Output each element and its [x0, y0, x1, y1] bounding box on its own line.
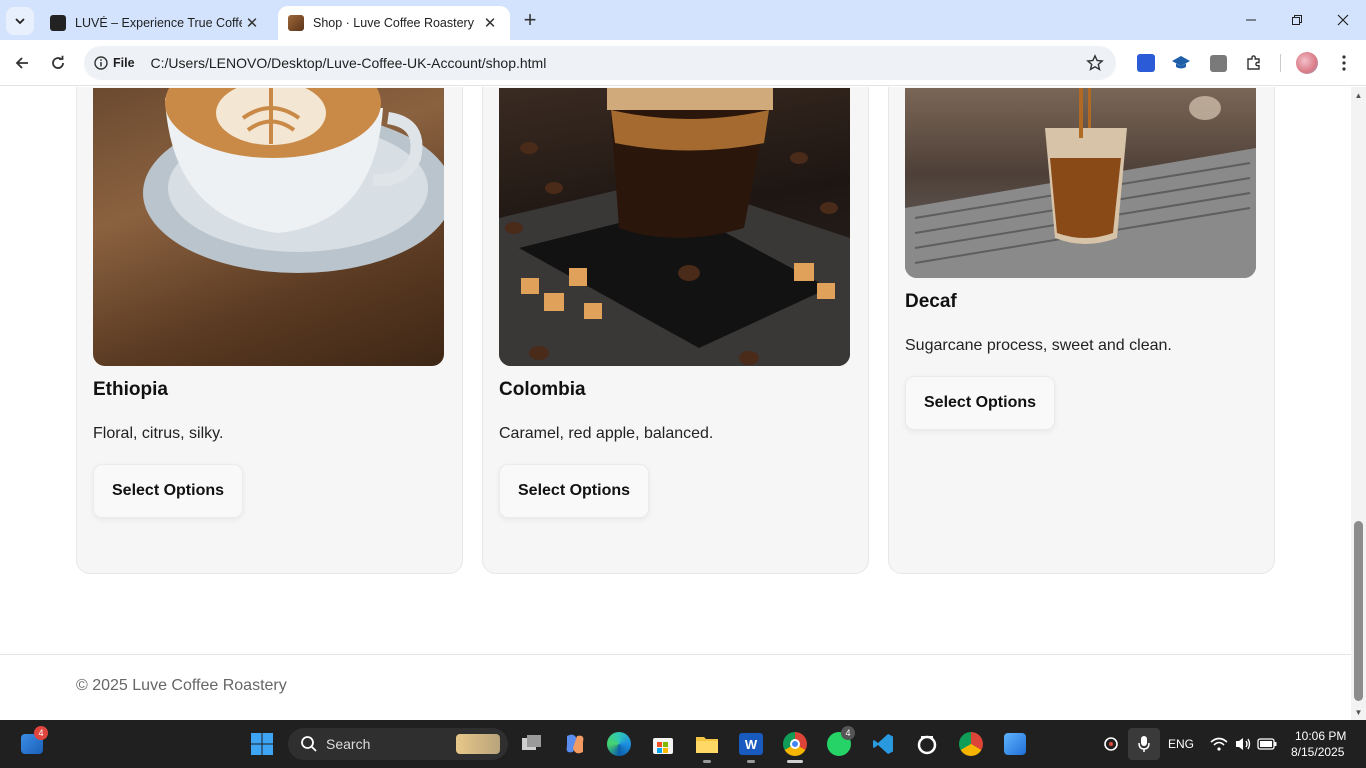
- chevron-down-icon: [15, 18, 25, 25]
- clock-date[interactable]: 8/15/2025: [1291, 745, 1344, 759]
- minimize-button[interactable]: [1228, 0, 1274, 40]
- footer-divider: [0, 654, 1351, 655]
- restore-button[interactable]: [1274, 0, 1320, 40]
- chrome-profile-icon[interactable]: [957, 730, 985, 758]
- product-image-latte[interactable]: [93, 88, 444, 366]
- tray-app-icon[interactable]: [1097, 730, 1125, 758]
- start-windows-icon[interactable]: [248, 730, 276, 758]
- bookmark-star-icon[interactable]: [1086, 54, 1104, 77]
- window-controls: [1228, 0, 1366, 40]
- close-icon: [1337, 14, 1349, 26]
- new-tab-button[interactable]: +: [518, 9, 542, 33]
- extension-tab-icon[interactable]: [1207, 52, 1229, 74]
- scroll-down-icon[interactable]: ▼: [1354, 708, 1363, 717]
- product-description: Caramel, red apple, balanced.: [499, 425, 714, 442]
- chrome-icon[interactable]: [781, 730, 809, 763]
- product-image-iced-coffee[interactable]: [905, 88, 1256, 278]
- whatsapp-icon[interactable]: 4: [825, 726, 855, 758]
- whatsapp-badge: 4: [841, 726, 855, 740]
- product-name: Decaf: [905, 291, 957, 312]
- page-scrollbar[interactable]: ▲ ▼: [1351, 87, 1366, 720]
- tab-luve-home[interactable]: LUVÉ – Experience True Coffee Bliss ✕: [40, 6, 272, 40]
- tab-title: LUVÉ – Experience True Coffee Bliss: [75, 16, 242, 30]
- scrollbar-thumb[interactable]: [1354, 521, 1363, 701]
- clock-time[interactable]: 10:06 PM: [1295, 729, 1346, 743]
- taskbar-search-box[interactable]: Search: [288, 728, 508, 760]
- search-icon: [301, 736, 317, 752]
- profile-avatar[interactable]: [1296, 52, 1318, 74]
- file-explorer-icon[interactable]: [693, 730, 721, 763]
- search-highlight-image-icon: [456, 734, 500, 754]
- product-card-ethiopia: Ethiopia Floral, citrus, silky. Select O…: [76, 87, 463, 574]
- select-options-button[interactable]: Select Options: [93, 464, 244, 518]
- photos-app-icon[interactable]: [1001, 730, 1029, 758]
- battery-icon[interactable]: [1253, 730, 1281, 758]
- task-view-icon[interactable]: [518, 730, 546, 758]
- scroll-up-icon[interactable]: ▲: [1354, 91, 1363, 100]
- close-tab-icon[interactable]: ✕: [480, 13, 500, 33]
- extension-audio-icon[interactable]: [1135, 52, 1157, 74]
- toolbar-divider: [1280, 54, 1281, 72]
- tab-title: Shop · Luve Coffee Roastery: [313, 16, 474, 30]
- page-viewport: Ethiopia Floral, citrus, silky. Select O…: [0, 87, 1351, 720]
- minimize-icon: [1246, 19, 1256, 21]
- luve-favicon-icon: [50, 15, 66, 31]
- word-icon[interactable]: W: [737, 730, 765, 763]
- extension-graduation-cap-icon[interactable]: [1170, 52, 1192, 74]
- coffee-favicon-icon: [288, 15, 304, 31]
- address-bar[interactable]: File C:/Users/LENOVO/Desktop/Luve-Coffee…: [84, 46, 1116, 80]
- footer-copyright: © 2025 Luve Coffee Roastery: [76, 677, 287, 694]
- select-options-button[interactable]: Select Options: [905, 376, 1056, 430]
- search-placeholder: Search: [326, 736, 371, 752]
- product-description: Floral, citrus, silky.: [93, 425, 224, 442]
- vscode-icon[interactable]: [869, 730, 897, 758]
- info-icon: [94, 56, 108, 70]
- close-tab-icon[interactable]: ✕: [242, 13, 262, 33]
- iced-coffee-image: [905, 88, 1256, 278]
- copilot-icon[interactable]: [561, 730, 589, 758]
- url-text[interactable]: C:/Users/LENOVO/Desktop/Luve-Coffee-UK-A…: [151, 55, 547, 71]
- app-ring-icon[interactable]: [913, 730, 941, 758]
- back-button[interactable]: [8, 49, 36, 77]
- product-card-decaf: Decaf Sugarcane process, sweet and clean…: [888, 87, 1275, 574]
- layered-coffee-glass-image: [499, 88, 850, 366]
- tab-strip: LUVÉ – Experience True Coffee Bliss ✕ Sh…: [0, 0, 1366, 40]
- edge-browser-icon[interactable]: [605, 730, 633, 758]
- extensions-puzzle-icon[interactable]: [1243, 52, 1265, 74]
- product-card-colombia: Colombia Caramel, red apple, balanced. S…: [482, 87, 869, 574]
- browser-toolbar: File C:/Users/LENOVO/Desktop/Luve-Coffee…: [0, 40, 1366, 86]
- scheme-label: File: [113, 56, 135, 70]
- restore-icon: [1292, 15, 1302, 25]
- product-name: Ethiopia: [93, 379, 168, 400]
- product-name: Colombia: [499, 379, 586, 400]
- microphone-icon[interactable]: [1128, 728, 1160, 760]
- windows-taskbar: 4 Search W 4 ENG 10:06 PM 8/15/2025: [0, 720, 1366, 768]
- arrow-left-icon: [15, 57, 28, 69]
- language-indicator[interactable]: ENG: [1168, 737, 1194, 751]
- product-image-layered-coffee[interactable]: [499, 88, 850, 366]
- running-indicator: [703, 760, 711, 763]
- select-options-button[interactable]: Select Options: [499, 464, 650, 518]
- microsoft-store-icon[interactable]: [649, 730, 677, 758]
- latte-cup-image: [143, 88, 444, 273]
- close-window-button[interactable]: [1320, 0, 1366, 40]
- menu-kebab-icon[interactable]: [1333, 52, 1355, 74]
- widgets-icon[interactable]: 4: [18, 726, 48, 758]
- reload-icon: [52, 55, 64, 69]
- tab-search-button[interactable]: [6, 7, 34, 35]
- site-info-button[interactable]: File: [94, 56, 135, 70]
- product-description: Sugarcane process, sweet and clean.: [905, 337, 1172, 354]
- active-indicator: [787, 760, 803, 763]
- widgets-badge: 4: [34, 726, 48, 740]
- running-indicator: [747, 760, 755, 763]
- reload-button[interactable]: [44, 49, 72, 77]
- tab-shop[interactable]: Shop · Luve Coffee Roastery ✕: [278, 6, 510, 40]
